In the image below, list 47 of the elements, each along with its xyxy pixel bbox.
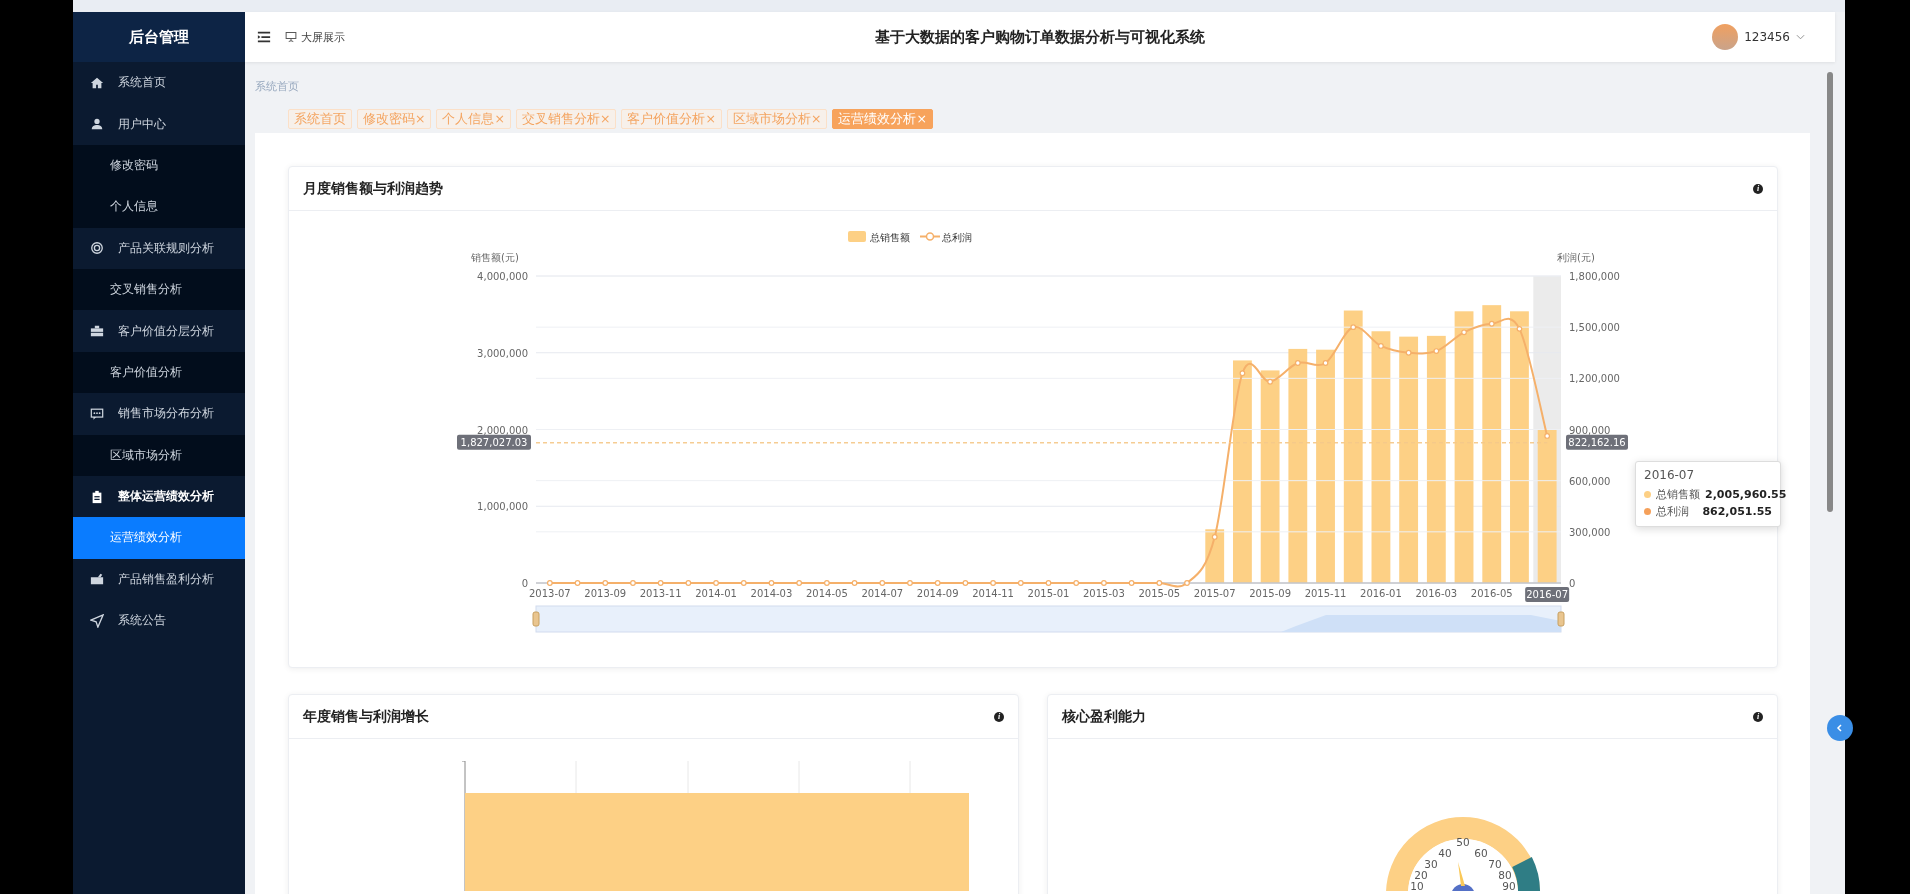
axis-tick-label: 2013-11	[639, 588, 682, 599]
tooltip-value: 2,005,960.55	[1705, 488, 1787, 501]
card-title: 月度销售额与利润趋势	[303, 179, 443, 198]
axis-tick-label: 1,200,000	[1569, 373, 1620, 385]
axis-tick-label: 2015-01	[1027, 588, 1070, 599]
axis-tick-label: 2013-07	[528, 588, 571, 599]
axis-tick-label: 2014-05	[806, 588, 848, 599]
axis-pointer-label: 2016-07	[1525, 587, 1570, 602]
axis-tick-label: 2014-07	[861, 588, 904, 599]
axis-tick-label: 2014-01	[695, 588, 737, 599]
tooltip-series-name: 总销售额	[1656, 487, 1700, 502]
axis-tick-label: 2015-09	[1249, 588, 1291, 599]
legend-label: 总利润	[941, 232, 972, 243]
axis-tick-label: 0	[521, 578, 528, 589]
axis-tick-label: 900,000	[1569, 424, 1611, 436]
system-title: 基于大数据的客户购物订单数据分析与可视化系统	[875, 27, 1205, 47]
axis-tick-label: 2015-07	[1193, 588, 1236, 599]
axis-tick-label: 1,500,000	[1569, 322, 1620, 334]
tooltip-title: 2016-07	[1644, 468, 1695, 482]
axis-pointer-label: 822,162.16	[1566, 434, 1628, 450]
axis-tick-label: 2014-11	[972, 588, 1014, 599]
tooltip-series-name: 总利润	[1656, 504, 1689, 519]
axis-tick-label: 3,000,000	[477, 347, 528, 359]
axis-tick-label: 0	[1569, 578, 1576, 589]
y-axis-label: 利润(元)	[1557, 252, 1595, 263]
axis-tick-label: 2014-09	[916, 588, 959, 599]
axis-tick-label: 2016-05	[1470, 588, 1513, 599]
axis-tick-label: 2015-03	[1083, 588, 1125, 599]
axis-tick-label: 2014-03	[750, 588, 793, 599]
tooltip-value: 862,051.55	[1702, 505, 1772, 518]
axis-tick-label: 4,000,000	[477, 271, 528, 282]
axis-tick-label: 2015-11	[1304, 588, 1347, 599]
axis-pointer-label: 1,827,027.03	[457, 434, 531, 450]
axis-tick-label: 300,000	[1569, 526, 1611, 538]
axis-tick-label: 600,000	[1569, 475, 1611, 487]
axis-tick-label: 1,800,000	[1569, 271, 1620, 282]
axis-tick-label: 1,000,000	[477, 501, 528, 513]
legend-label: 总销售额	[869, 232, 910, 243]
card-title: 核心盈利能力	[1062, 707, 1146, 726]
axis-tick-label: 2,000,000	[477, 424, 528, 436]
axis-tick-label: 2015-05	[1138, 588, 1181, 599]
card-title: 年度销售与利润增长	[303, 707, 429, 726]
axis-tick-label: 2016-03	[1415, 588, 1458, 599]
y-axis-label: 销售额(元)	[471, 252, 519, 263]
axis-tick-label: 2013-09	[584, 588, 627, 599]
sidebar-title: 后台管理	[73, 12, 245, 62]
axis-tick-label: 2016-01	[1360, 588, 1402, 599]
